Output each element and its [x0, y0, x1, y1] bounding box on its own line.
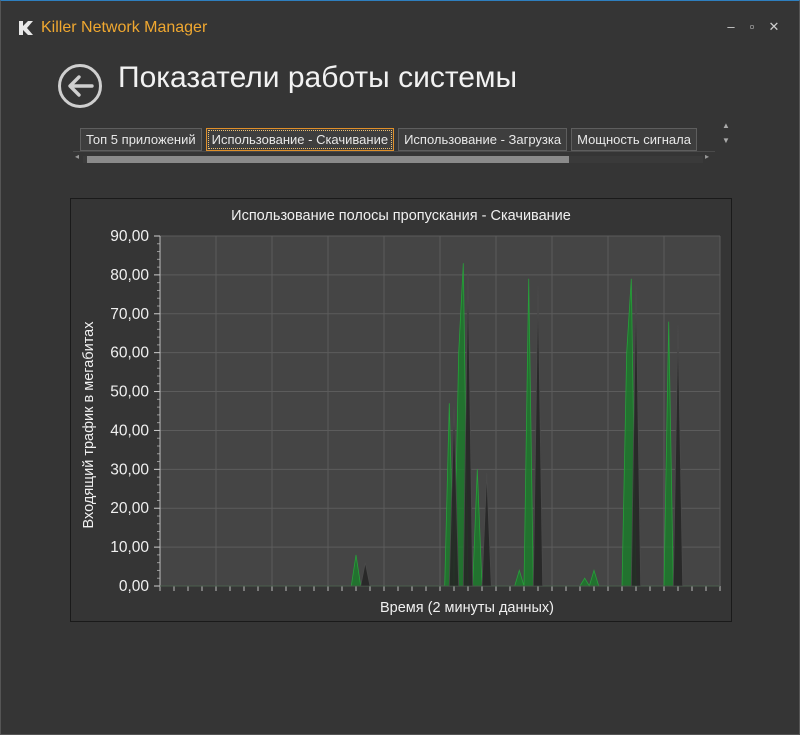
tab-strip: Топ 5 приложений Использование - Скачиван… — [80, 128, 720, 152]
app-title: Killer Network Manager — [41, 19, 208, 36]
y-tick-label: 80,00 — [110, 267, 149, 284]
y-tick-label: 50,00 — [110, 384, 149, 401]
maximize-button[interactable]: ▫ — [744, 19, 760, 35]
y-tick-label: 0,00 — [119, 578, 150, 595]
divider — [73, 151, 715, 152]
scroll-right-icon[interactable]: ▸ — [705, 152, 709, 161]
y-tick-label: 60,00 — [110, 345, 149, 362]
scrollbar-thumb[interactable] — [87, 156, 569, 163]
y-tick-label: 20,00 — [110, 500, 149, 517]
tab-usage-download[interactable]: Использование - Скачивание — [205, 128, 395, 151]
y-tick-label: 40,00 — [110, 422, 149, 439]
tab-scroll-spinner[interactable]: ▲ ▼ — [721, 121, 731, 149]
page-title: Показатели работы системы — [118, 61, 518, 94]
tab-top5-apps[interactable]: Топ 5 приложений — [80, 128, 202, 151]
chart-title: Использование полосы пропускания - Скачи… — [231, 208, 571, 224]
y-tick-label: 30,00 — [110, 461, 149, 478]
bandwidth-chart: 0,00 10,00 20,00 30,00 40,00 50,00 60,00 70,00 8… — [70, 198, 732, 622]
scroll-up-icon[interactable]: ▲ — [721, 121, 731, 130]
y-tick-label: 70,00 — [110, 306, 149, 323]
chart-svg: 0,00 10,00 20,00 30,00 40,00 50,00 60,00 70,00 8… — [81, 208, 721, 616]
title-bar[interactable]: Killer Network Manager – ▫ ✕ — [1, 1, 799, 55]
y-tick-label: 10,00 — [110, 539, 149, 556]
app-window: Killer Network Manager – ▫ ✕ Показатели … — [0, 0, 800, 735]
x-axis-label: Время (2 минуты данных) — [380, 600, 554, 616]
tab-usage-upload[interactable]: Использование - Загрузка — [398, 128, 568, 151]
y-tick-label: 90,00 — [110, 228, 149, 245]
killer-logo-icon — [19, 21, 33, 35]
tab-signal-strength[interactable]: Мощность сигнала — [571, 128, 697, 151]
scroll-left-icon[interactable]: ◂ — [75, 152, 79, 161]
y-axis-label: Входящий трафик в мегабитах — [81, 321, 97, 529]
tabs-horizontal-scrollbar[interactable]: ◂ ▸ — [73, 151, 715, 165]
close-button[interactable]: ✕ — [766, 19, 782, 35]
back-arrow-icon[interactable] — [57, 63, 103, 109]
minimize-button[interactable]: – — [723, 19, 739, 35]
scroll-down-icon[interactable]: ▼ — [721, 136, 731, 145]
